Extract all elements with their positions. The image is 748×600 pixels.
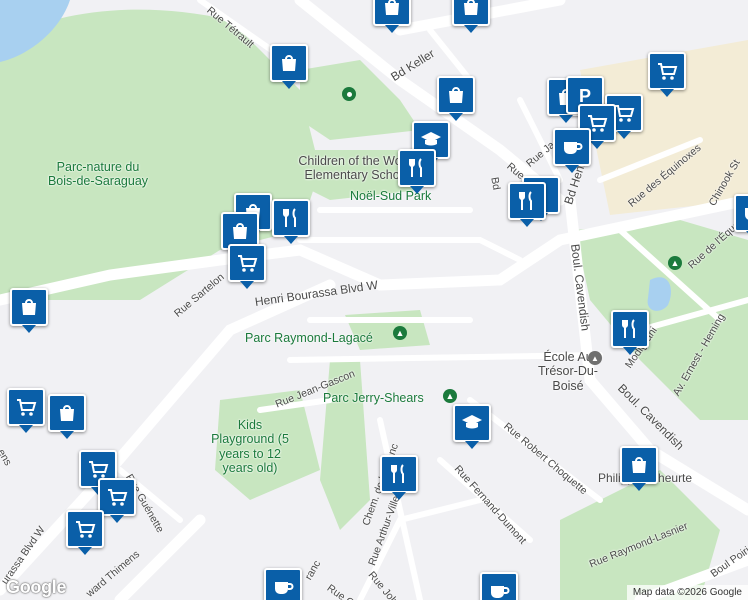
store-pin[interactable] [373, 0, 411, 33]
restaurant-pin[interactable] [398, 149, 436, 194]
jerry-shears-label: Parc Jerry-Shears [323, 391, 424, 405]
grocery-cart-icon [658, 63, 678, 80]
cafe-pin[interactable] [734, 194, 748, 239]
cafe-pin[interactable] [264, 568, 302, 600]
cafe-pin[interactable] [480, 572, 518, 600]
grocery-pin[interactable] [7, 388, 45, 433]
bd-short-label: Bd [488, 176, 503, 191]
school-pin[interactable] [453, 404, 491, 449]
shopping-bag-icon [449, 87, 463, 103]
restaurant-pin[interactable] [272, 199, 310, 244]
grocery-cart-icon [17, 399, 37, 416]
grocery-cart-icon [108, 489, 128, 506]
school-grey-icon[interactable]: ▲ [588, 351, 602, 365]
park-marker-top[interactable] [342, 87, 356, 101]
store-icon [385, 0, 399, 15]
grocery-pin[interactable] [66, 510, 104, 555]
fork-knife-icon [622, 319, 635, 338]
map-attribution: Map data ©2026 Google [626, 585, 748, 600]
tree-icon[interactable]: ▲ [393, 326, 407, 340]
shopping-bag-pin[interactable] [270, 44, 308, 89]
parc-nature-label: Parc-nature du Bois-de-Saraguay [38, 160, 158, 189]
grocery-pin[interactable] [98, 478, 136, 523]
coffee-cup-icon [564, 142, 583, 154]
grocery-pin[interactable] [648, 52, 686, 97]
shopping-bag-icon [233, 223, 247, 239]
svg-text:P: P [579, 86, 591, 106]
map-canvas[interactable]: Parc-nature du Bois-de-Saraguay Children… [0, 0, 748, 600]
shopping-bag-icon [632, 457, 646, 473]
raymond-lagace-label: Parc Raymond-Lagacé [245, 331, 373, 345]
grocery-pin[interactable] [228, 244, 266, 289]
store-pin[interactable] [452, 0, 490, 33]
fork-knife-icon [283, 208, 296, 227]
google-logo: Google [6, 577, 67, 597]
shopping-bag-pin[interactable] [10, 288, 48, 333]
coffee-cup-icon [275, 582, 294, 594]
shopping-bag-icon [60, 405, 74, 421]
fork-knife-icon [391, 464, 404, 483]
restaurant-pin[interactable] [380, 455, 418, 500]
shopping-bag-pin[interactable] [48, 394, 86, 439]
ecole-line2: Trésor-Du-Boisé [538, 364, 598, 393]
parc-nature-line1: Parc-nature du [56, 160, 140, 174]
coffee-cup-icon [491, 586, 510, 598]
shopping-bag-pin[interactable] [437, 76, 475, 121]
restaurant-pin[interactable] [508, 182, 546, 227]
restaurant-pin[interactable] [611, 310, 649, 355]
store-icon [464, 0, 478, 15]
shopping-bag-icon [22, 299, 36, 315]
shopping-bag-pin[interactable] [620, 446, 658, 491]
cafe-pin[interactable] [553, 128, 591, 173]
grocery-cart-icon [76, 521, 96, 538]
tree-icon[interactable]: ▲ [668, 256, 682, 270]
tree-icon[interactable]: ▲ [443, 389, 457, 403]
fork-knife-icon [409, 158, 422, 177]
shopping-bag-icon [282, 55, 296, 71]
grocery-cart-icon [238, 255, 258, 272]
fork-knife-icon [519, 191, 532, 210]
kids-playground-label: Kids Playground (5 years to 12 years old… [211, 418, 289, 476]
graduation-cap-icon [462, 415, 482, 429]
coffee-cup-icon [745, 208, 748, 220]
parc-nature-line2: Bois-de-Saraguay [47, 174, 149, 189]
